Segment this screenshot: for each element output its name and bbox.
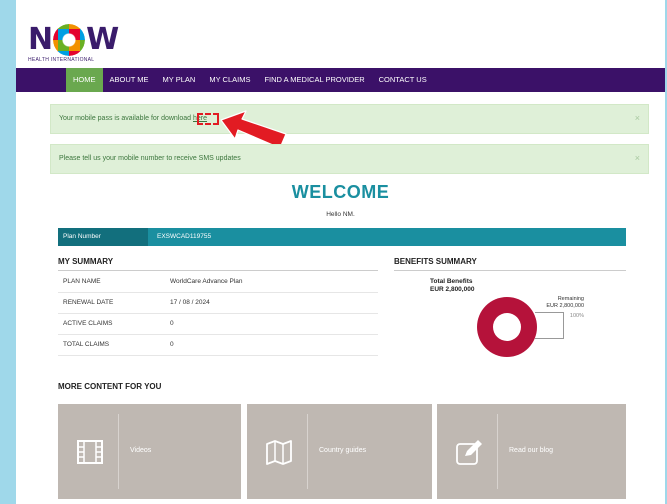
logo-letter-n: N [28,22,53,57]
highlight-box [197,113,219,125]
nav-item-home[interactable]: HOME [66,68,103,92]
summary-value: 0 [170,320,174,327]
summary-row: ACTIVE CLAIMS 0 [58,313,378,335]
read-blog-tile[interactable]: Read our blog [437,404,626,499]
total-benefits: Total Benefits EUR 2,800,000 [430,278,474,294]
logo-wordmark: NW [28,22,119,57]
nav-item-find-provider[interactable]: FIND A MEDICAL PROVIDER [257,68,371,92]
film-icon [77,440,103,464]
page: NW HEALTH INTERNATIONAL HOME ABOUT ME MY… [16,0,665,504]
remaining-label: Remaining [557,296,584,302]
close-icon[interactable]: × [635,153,640,163]
tile-divider [307,414,308,489]
remaining-percent: 100% [569,313,584,319]
logo-ring-icon [53,24,86,56]
remaining-benefits: Remaining EUR 2,800,000 [516,296,584,310]
mobile-pass-text: Your mobile pass is available for downlo… [59,115,193,122]
logo-letter-w: W [86,22,119,57]
tile-divider [118,414,119,489]
summary-key: RENEWAL DATE [63,299,114,306]
plan-number-value: EXSWCAD119755 [157,233,212,240]
page-title: WELCOME [291,182,390,202]
total-benefits-value: EUR 2,800,000 [430,286,475,293]
my-summary-title: MY SUMMARY [58,257,114,266]
edit-icon [456,440,482,465]
now-health-logo[interactable]: NW HEALTH INTERNATIONAL [28,22,119,63]
tile-label: Country guides [319,447,367,454]
summary-row: TOTAL CLAIMS 0 [58,334,378,356]
nav-list: HOME ABOUT ME MY PLAN MY CLAIMS FIND A M… [66,68,434,92]
tile-label: Videos [130,447,152,454]
nav-item-my-plan[interactable]: MY PLAN [156,68,203,92]
summary-row: PLAN NAME WorldCare Advance Plan [58,271,378,293]
summary-key: ACTIVE CLAIMS [63,320,113,327]
tile-divider [497,414,498,489]
mobile-pass-message: Your mobile pass is available for downlo… [59,115,207,122]
sms-message[interactable]: Please tell us your mobile number to rec… [59,155,241,162]
logo-subtitle: HEALTH INTERNATIONAL [28,57,95,63]
nav-item-about-me[interactable]: ABOUT ME [103,68,156,92]
more-content-title: MORE CONTENT FOR YOU [58,382,162,391]
summary-value: 17 / 08 / 2024 [170,299,210,306]
close-icon[interactable]: × [635,113,640,123]
summary-key: TOTAL CLAIMS [63,341,110,348]
benefits-summary-divider [394,270,626,271]
remaining-value: EUR 2,800,000 [546,303,584,309]
mobile-pass-alert: Your mobile pass is available for downlo… [50,104,649,134]
summary-value: 0 [170,341,174,348]
map-icon [266,440,292,465]
sms-alert: Please tell us your mobile number to rec… [50,144,649,174]
main-navbar: HOME ABOUT ME MY PLAN MY CLAIMS FIND A M… [16,68,665,92]
nav-item-contact-us[interactable]: CONTACT US [372,68,434,92]
summary-key: PLAN NAME [63,278,101,285]
plan-number-label: Plan Number [58,228,148,246]
benefits-summary-title: BENEFITS SUMMARY [394,257,477,266]
plan-number-bar: Plan Number EXSWCAD119755 [58,228,626,246]
videos-tile[interactable]: Videos [58,404,241,499]
nav-item-my-claims[interactable]: MY CLAIMS [202,68,257,92]
total-benefits-label: Total Benefits [430,278,473,285]
greeting: Hello NM. [326,211,355,218]
summary-row: RENEWAL DATE 17 / 08 / 2024 [58,292,378,314]
summary-value: WorldCare Advance Plan [170,278,243,285]
tile-label: Read our blog [509,447,553,454]
country-guides-tile[interactable]: Country guides [247,404,432,499]
